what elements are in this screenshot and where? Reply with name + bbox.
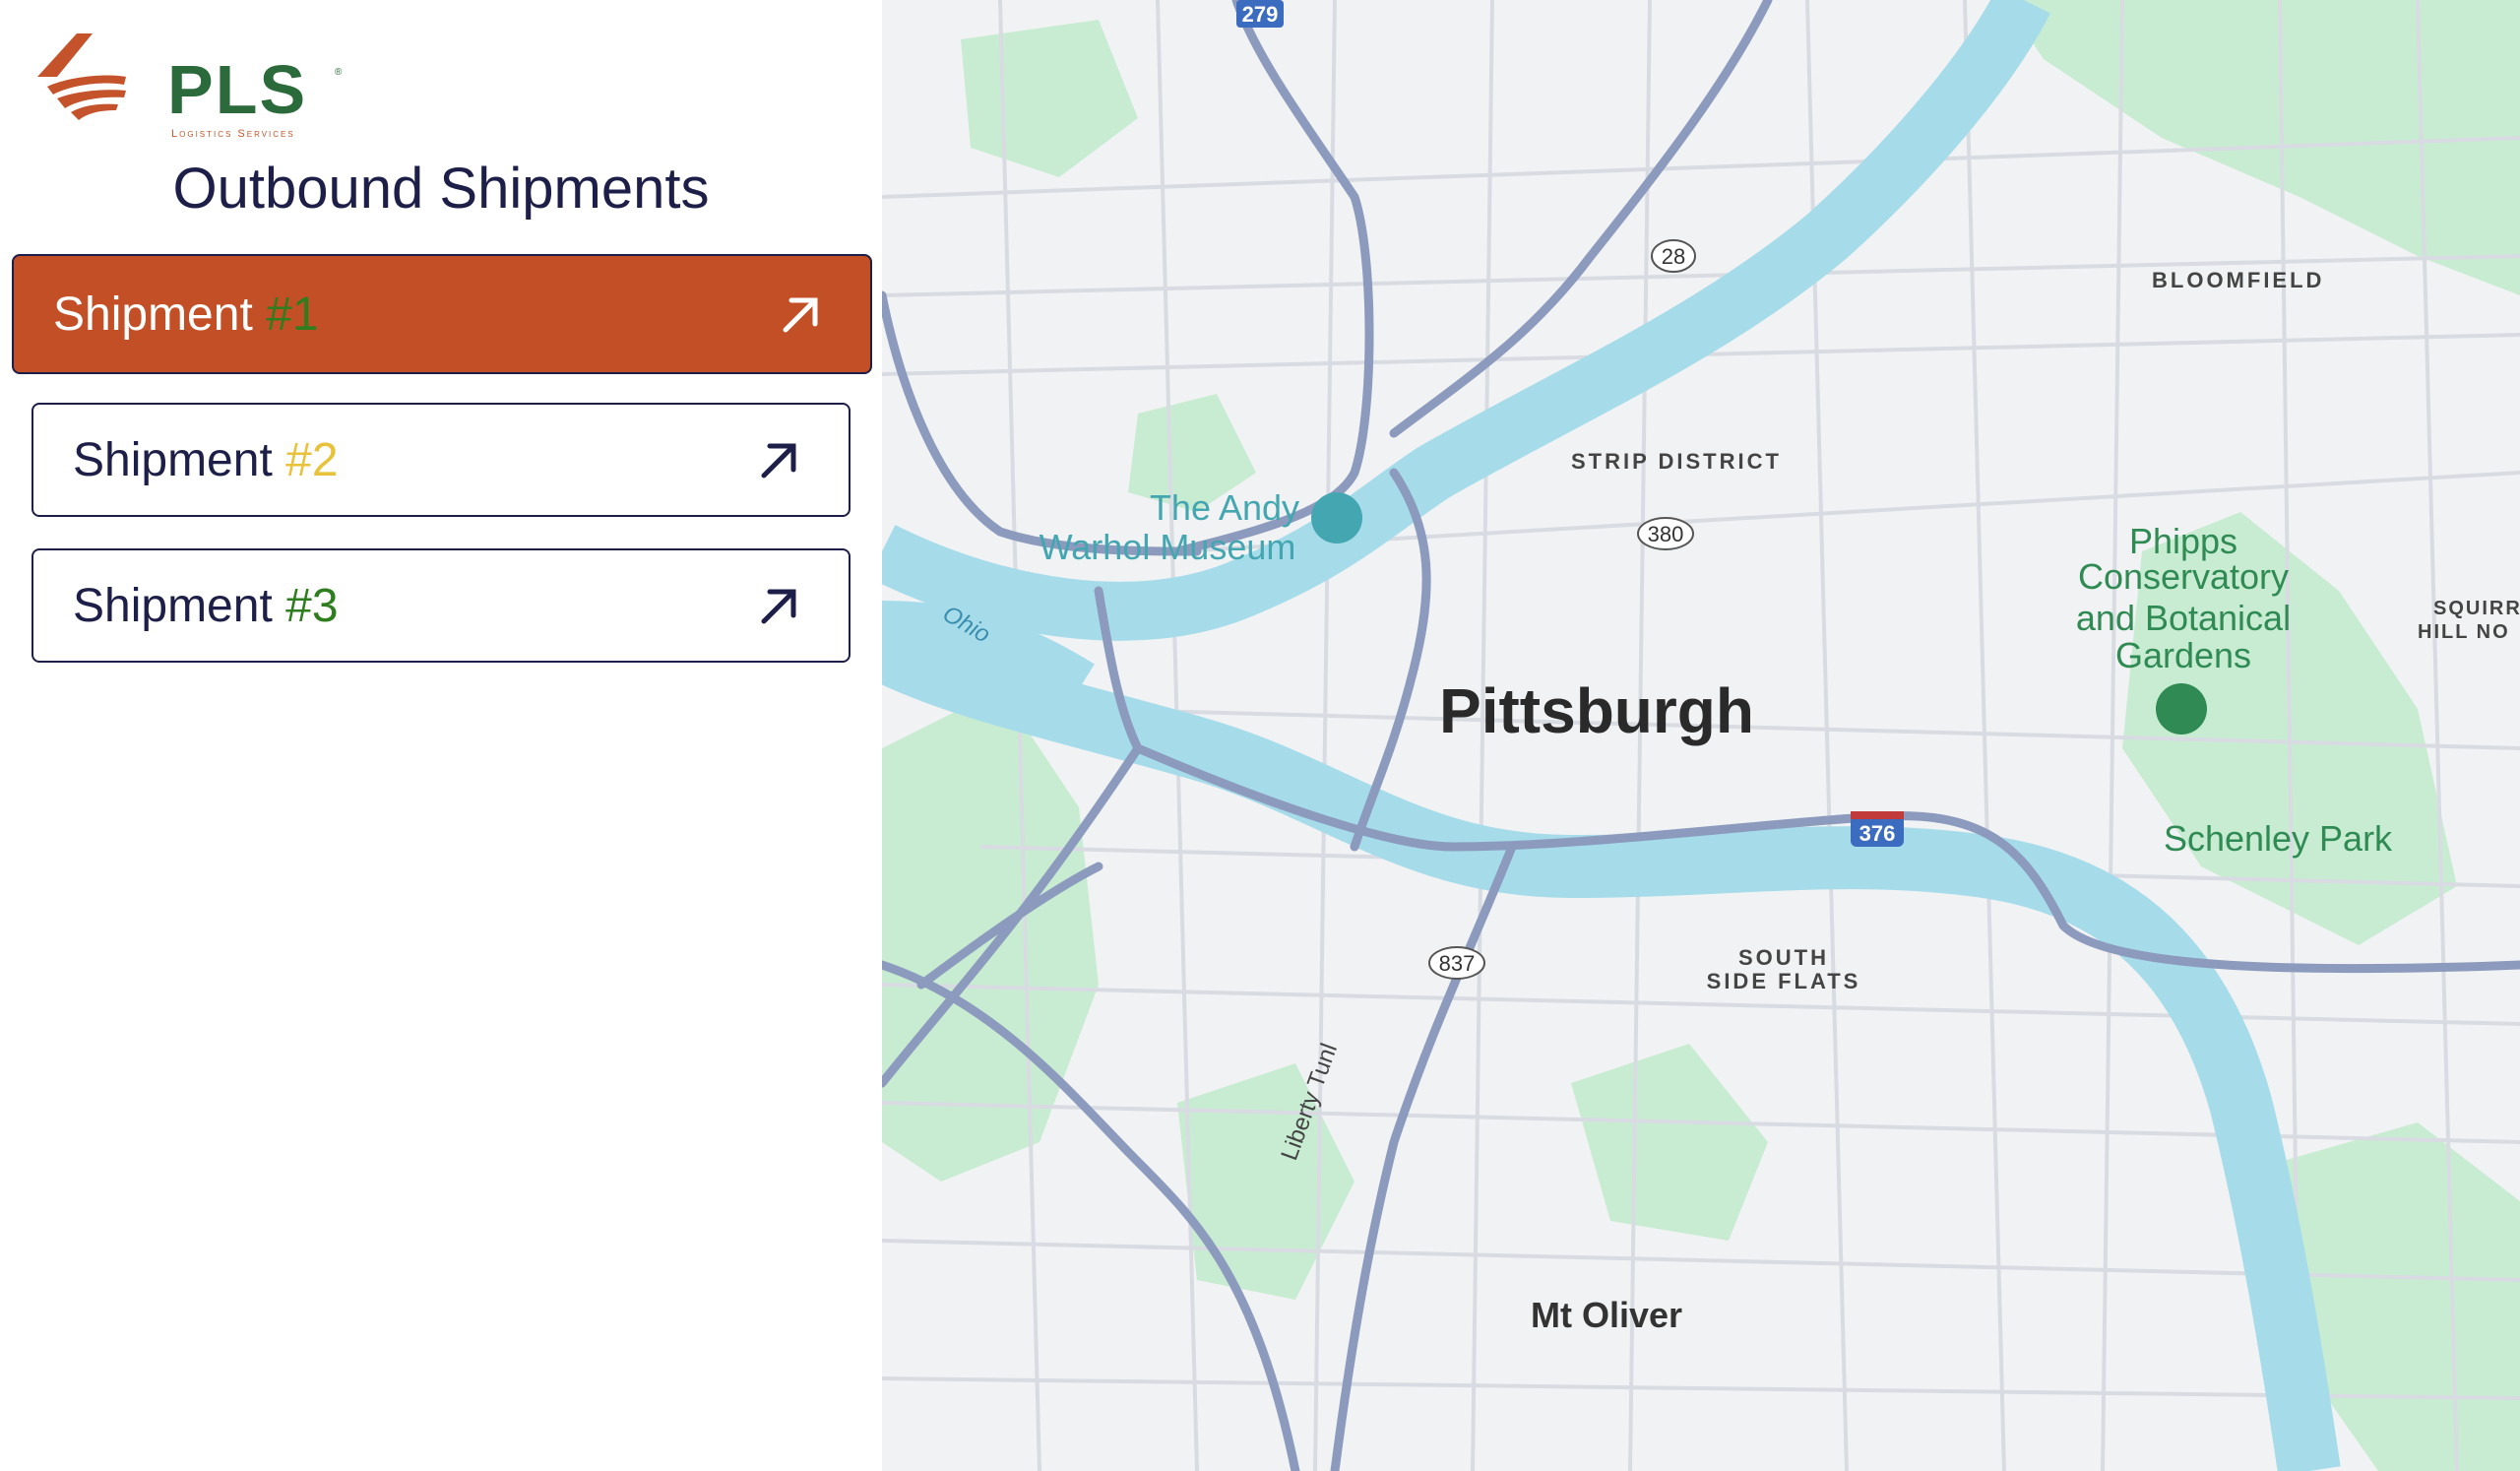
page-title: Outbound Shipments — [172, 157, 710, 221]
shipment-1-button[interactable]: Shipment #1 — [12, 254, 872, 374]
shipment-2-label: Shipment #2 — [73, 433, 339, 486]
garden-icon[interactable] — [2156, 683, 2207, 735]
brand-name: PLS — [167, 51, 308, 128]
route-837-label: 837 — [1439, 951, 1476, 976]
route-279-label: 279 — [1242, 2, 1279, 27]
arrow-up-right-icon — [761, 443, 796, 479]
shipment-2-number: #2 — [285, 433, 339, 486]
arrow-up-right-icon — [783, 297, 818, 333]
mt-oliver-label: Mt Oliver — [1531, 1295, 1682, 1335]
route-380-label: 380 — [1648, 522, 1684, 546]
shipment-3-button[interactable]: Shipment #3 — [32, 548, 850, 663]
shipment-1-number: #1 — [266, 288, 319, 341]
warhol-label-1: The Andy — [1150, 487, 1299, 528]
route-376-label: 376 — [1859, 821, 1896, 846]
strip-district-label: STRIP DISTRICT — [1571, 449, 1782, 474]
route-28-label: 28 — [1662, 244, 1685, 269]
shipment-3-number: #3 — [285, 579, 339, 632]
pls-logo-mark-icon — [37, 33, 126, 120]
warhol-label-2: Warhol Museum — [1040, 527, 1296, 567]
phipps-label-2: Conservatory — [2078, 556, 2289, 597]
squirrel-hill-label-1: SQUIRR — [2433, 598, 2520, 619]
shipments-sidebar: PLS ® Logistics Services Outbound Shipme… — [0, 0, 882, 1471]
bloomfield-label: BLOOMFIELD — [2152, 268, 2324, 292]
registered-mark: ® — [335, 67, 343, 78]
arrow-up-right-icon — [761, 589, 796, 624]
shipment-1-label: Shipment #1 — [53, 288, 319, 341]
shipment-2-button[interactable]: Shipment #2 — [32, 403, 850, 517]
south-side-label-2: SIDE FLATS — [1707, 969, 1861, 993]
schenley-park-label: Schenley Park — [2164, 818, 2393, 859]
shipment-3-label: Shipment #3 — [73, 579, 339, 632]
museum-icon[interactable] — [1311, 492, 1362, 544]
pls-logo: PLS ® Logistics Services — [28, 26, 342, 140]
squirrel-hill-label-2: HILL NO — [2418, 621, 2510, 643]
south-side-label-1: SOUTH — [1738, 945, 1829, 970]
brand-tagline: Logistics Services — [171, 128, 295, 140]
phipps-label-4: Gardens — [2115, 635, 2251, 675]
city-label: Pittsburgh — [1439, 675, 1754, 746]
phipps-label-3: and Botanical — [2076, 598, 2291, 638]
map-canvas[interactable]: 279 28 380 837 376 Pittsburgh BLOOMFIELD… — [882, 0, 2520, 1471]
map-view[interactable]: 279 28 380 837 376 Pittsburgh BLOOMFIELD… — [882, 0, 2520, 1471]
phipps-label-1: Phipps — [2129, 521, 2237, 561]
